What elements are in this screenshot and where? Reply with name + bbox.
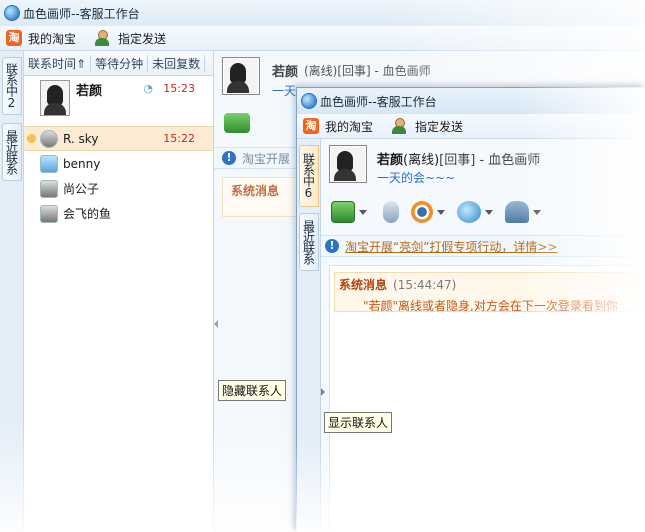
contact-list-pane: 联系时间⇑ 等待分钟 未回复数 若颜 ◔ 15:23 R. sky 15:22 …	[24, 51, 214, 532]
contact-row-selected[interactable]: R. sky 15:22	[24, 126, 213, 151]
tab-recent[interactable]: 最近联系	[299, 213, 319, 271]
app-icon	[4, 5, 20, 21]
hide-contacts-tooltip: 隐藏联系人	[218, 380, 287, 401]
info-icon: !	[325, 239, 339, 253]
contact-column-headers: 联系时间⇑ 等待分钟 未回复数	[24, 51, 213, 76]
back-menubar: 淘 我的淘宝 指定发送	[0, 26, 645, 51]
front-titlebar[interactable]: 血色画师--客服工作台	[297, 88, 645, 114]
my-taobao-menu[interactable]: 淘 我的淘宝	[6, 30, 76, 47]
profile-name-line: 若颜(离线)[回事] - 血色画师	[377, 149, 540, 168]
send-file-icon[interactable]	[224, 113, 250, 133]
tab-recent[interactable]: 最近联系	[2, 123, 22, 181]
app-icon	[301, 93, 317, 109]
send-file-icon	[331, 201, 355, 223]
profile-name: 若颜	[272, 65, 299, 80]
chevron-down-icon[interactable]	[485, 209, 493, 215]
tab-contacts[interactable]: 联系中6	[299, 145, 319, 207]
avatar	[40, 80, 70, 116]
assign-send-label: 指定发送	[118, 31, 167, 46]
contact-name: benny	[63, 156, 101, 171]
front-vertical-tabs: 联系中6 最近联系	[297, 139, 321, 532]
contact-row[interactable]: 会飞的鱼	[24, 201, 213, 226]
contact-name: 尚公子	[63, 182, 100, 196]
contact-row[interactable]: benny	[24, 151, 213, 176]
front-window: 血色画师--客服工作台 淘 我的淘宝 指定发送 联系中6 最近联系 若颜(离线)…	[296, 87, 645, 532]
webcam-icon	[411, 201, 433, 223]
system-message: 系统消息 (15:44:47) "若颜"离线或者隐身,对方会在下一次登录看到你	[334, 272, 645, 312]
tab-contacts[interactable]: 联系中2	[2, 57, 22, 115]
collapse-arrow-icon[interactable]	[214, 320, 218, 328]
video-button[interactable]	[411, 201, 445, 223]
avatar	[40, 204, 58, 223]
contact-name: 若颜	[76, 84, 103, 99]
contact-name: R. sky	[63, 131, 99, 146]
status-dot-icon	[27, 134, 36, 143]
chevron-down-icon[interactable]	[437, 209, 445, 215]
message-icon: ◔	[143, 82, 153, 95]
profile-signature: 一天	[272, 84, 297, 98]
my-taobao-menu[interactable]: 淘 我的淘宝	[303, 118, 373, 135]
my-taobao-label: 我的淘宝	[325, 119, 374, 134]
send-file-button[interactable]	[331, 201, 367, 223]
app-icon	[505, 201, 529, 223]
contact-row-featured[interactable]: 若颜 ◔ 15:23	[24, 76, 213, 126]
remote-share-button[interactable]	[457, 201, 493, 223]
profile-header: 若颜(离线)[回事] - 血色画师 一天的会~~~	[321, 139, 645, 191]
contact-time: 15:23	[163, 82, 195, 95]
assign-send-menu[interactable]: 指定发送	[391, 118, 463, 135]
person-icon	[391, 118, 409, 134]
contact-name: 会飞的鱼	[63, 207, 112, 221]
show-contacts-tooltip: 显示联系人	[324, 412, 393, 433]
profile-tag[interactable]: [回事]	[439, 153, 475, 168]
back-notice-text[interactable]: 淘宝开展	[242, 150, 290, 167]
col-contact-time[interactable]: 联系时间⇑	[24, 54, 92, 72]
back-window-title: 血色画师--客服工作台	[23, 6, 140, 21]
microphone-icon	[383, 201, 399, 223]
message-history[interactable]: 系统消息 (15:44:47) "若颜"离线或者隐身,对方会在下一次登录看到你	[329, 265, 645, 532]
profile-name: 若颜	[377, 153, 404, 168]
globe-icon	[457, 201, 481, 223]
col-unreplied[interactable]: 未回复数	[148, 54, 206, 72]
profile-status: (离线)[回事] - 血色画师	[304, 64, 431, 78]
chevron-down-icon[interactable]	[359, 209, 367, 215]
front-window-title: 血色画师--客服工作台	[320, 94, 437, 109]
system-message-time: (15:44:47)	[393, 278, 457, 292]
avatar[interactable]	[329, 145, 367, 183]
col-wait-minutes[interactable]: 等待分钟	[91, 54, 149, 72]
system-message-label: 系统消息	[339, 278, 388, 292]
voice-button[interactable]	[379, 201, 399, 223]
taobao-icon: 淘	[6, 30, 22, 46]
system-message-body: "若颜"离线或者隐身,对方会在下一次登录看到你	[363, 299, 618, 312]
chat-toolbar	[321, 196, 645, 228]
back-vertical-tabs: 联系中2 最近联系	[0, 51, 24, 532]
profile-status: (离线)	[403, 153, 440, 168]
front-chat-panel: 若颜(离线)[回事] - 血色画师 一天的会~~~ ! 淘宝开展“亮剑”打假专项…	[321, 139, 645, 532]
expand-arrow-icon[interactable]	[321, 388, 325, 396]
assign-send-label: 指定发送	[415, 119, 464, 134]
taobao-icon: 淘	[303, 118, 319, 134]
profile-signature: 一天的会~~~	[377, 171, 456, 185]
profile-suffix: - 血色画师	[475, 153, 541, 168]
app-button[interactable]	[505, 201, 541, 223]
my-taobao-label: 我的淘宝	[28, 31, 77, 46]
notice-bar: ! 淘宝开展“亮剑”打假专项行动，详情>>	[321, 235, 645, 257]
contact-time: 15:22	[163, 132, 195, 145]
chevron-down-icon[interactable]	[533, 209, 541, 215]
avatar	[40, 129, 58, 148]
back-titlebar[interactable]: 血色画师--客服工作台	[0, 0, 645, 26]
person-icon	[94, 30, 112, 46]
assign-send-menu[interactable]: 指定发送	[94, 30, 166, 47]
back-sys-label: 系统消息	[231, 184, 280, 198]
notice-link[interactable]: 淘宝开展“亮剑”打假专项行动，详情>>	[345, 238, 558, 255]
info-icon: !	[222, 151, 236, 165]
avatar	[40, 154, 58, 173]
avatar	[40, 179, 58, 198]
contact-row[interactable]: 尚公子	[24, 176, 213, 201]
front-menubar: 淘 我的淘宝 指定发送	[297, 114, 645, 139]
avatar	[222, 57, 260, 95]
